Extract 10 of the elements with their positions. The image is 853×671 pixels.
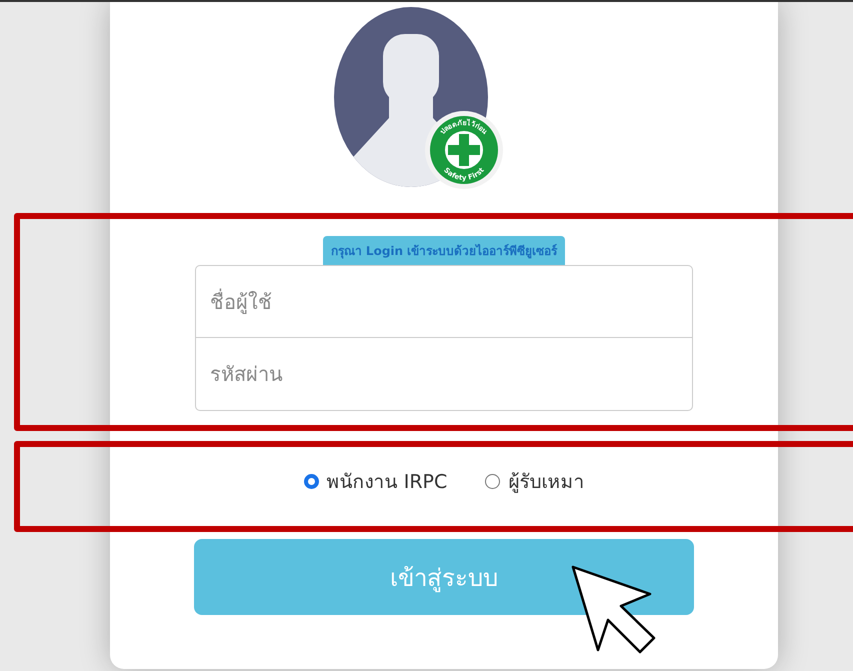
- radio-label: พนักงาน IRPC: [326, 470, 448, 495]
- password-field[interactable]: รหัสผ่าน: [195, 338, 693, 411]
- user-type-radio[interactable]: พนักงาน IRPC: [304, 466, 448, 496]
- cursor-icon: [570, 564, 658, 656]
- radio-icon[interactable]: [304, 474, 319, 488]
- radio-label: ผู้รับเหมา: [508, 470, 584, 495]
- username-field[interactable]: ชื่อผู้ใช้: [195, 265, 693, 338]
- radio-icon[interactable]: [485, 474, 500, 488]
- user-type-radio[interactable]: ผู้รับเหมา: [485, 466, 584, 496]
- login-instruction: กรุณา Login เข้าระบบด้วยไออาร์พีซียูเซอร์: [322, 236, 566, 265]
